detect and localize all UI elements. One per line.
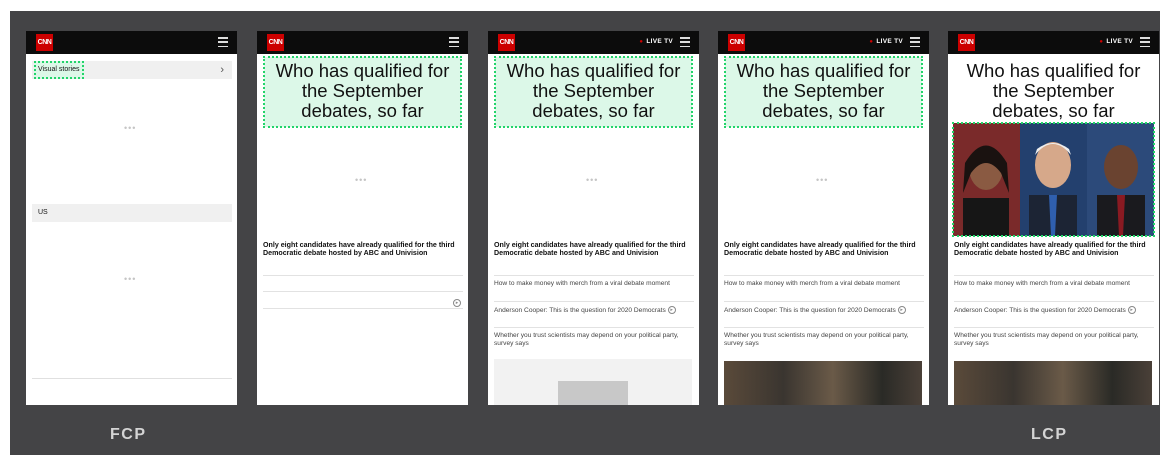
live-tv-label: LIVE TV xyxy=(876,38,903,45)
live-tv-label: LIVE TV xyxy=(646,38,673,45)
headline[interactable]: Who has qualified for the September deba… xyxy=(495,61,692,121)
related-link-1[interactable]: How to make money with merch from a vira… xyxy=(954,275,1154,288)
headline-highlight: Who has qualified for the September deba… xyxy=(724,56,923,128)
article-thumbnail[interactable] xyxy=(494,359,692,405)
loading-indicator: ••• xyxy=(586,175,599,185)
hamburger-menu-icon[interactable] xyxy=(1140,37,1150,47)
related-link-2[interactable]: Anderson Cooper: This is the question fo… xyxy=(724,301,924,315)
headline[interactable]: Who has qualified for the September deba… xyxy=(955,61,1152,121)
related-link-3[interactable]: Whether you trust scientists may depend … xyxy=(954,327,1154,349)
related-link-1[interactable]: How to make money with merch from a vira… xyxy=(724,275,924,288)
summary-text[interactable]: Only eight candidates have already quali… xyxy=(263,241,463,258)
top-nav-bar: CNN ● LIVE TV xyxy=(948,31,1159,54)
top-nav-bar: CNN ● LIVE TV xyxy=(488,31,699,54)
play-circle-icon: ▸ xyxy=(1127,306,1136,314)
divider xyxy=(32,378,232,379)
section-us-bar[interactable]: US xyxy=(32,204,232,222)
lcp-caption: LCP xyxy=(1031,426,1068,443)
thumbnail-placeholder xyxy=(558,381,628,405)
visual-stories-bar[interactable]: Visual stories › xyxy=(32,61,232,79)
divider xyxy=(263,308,463,309)
frame-2: CNN Who has qualified for the September … xyxy=(257,31,468,405)
summary-text[interactable]: Only eight candidates have already quali… xyxy=(954,241,1154,258)
headline-highlight: Who has qualified for the September deba… xyxy=(263,56,462,128)
top-nav-bar: CNN ● LIVE TV xyxy=(718,31,929,54)
cnn-logo[interactable]: CNN xyxy=(498,34,515,51)
top-nav-bar: CNN xyxy=(257,31,468,54)
top-nav-bar: CNN xyxy=(26,31,237,54)
headline[interactable]: Who has qualified for the September deba… xyxy=(725,61,922,121)
loading-indicator: ••• xyxy=(124,123,137,133)
chevron-right-icon: › xyxy=(220,64,224,76)
frame-4: CNN ● LIVE TV Who has qualified for the S… xyxy=(718,31,929,405)
live-tv-link[interactable]: ● LIVE TV xyxy=(1099,38,1133,45)
live-dot-icon: ● xyxy=(869,39,874,45)
live-dot-icon: ● xyxy=(639,39,644,45)
loading-indicator: ••• xyxy=(355,175,368,185)
hamburger-menu-icon[interactable] xyxy=(218,37,228,47)
related-link-3[interactable]: Whether you trust scientists may depend … xyxy=(724,327,924,349)
frame-fcp: CNN Visual stories › ••• US ••• xyxy=(26,31,237,405)
filmstrip-stage: CNN Visual stories › ••• US ••• CNN Who … xyxy=(10,11,1160,455)
hamburger-menu-icon[interactable] xyxy=(910,37,920,47)
summary-text[interactable]: Only eight candidates have already quali… xyxy=(724,241,924,258)
fcp-caption: FCP xyxy=(110,426,147,443)
related-link-2[interactable]: Anderson Cooper: This is the question fo… xyxy=(494,301,694,315)
candidates-photo xyxy=(953,123,1154,236)
cnn-logo[interactable]: CNN xyxy=(958,34,975,51)
headline-highlight: Who has qualified for the September deba… xyxy=(494,56,693,128)
play-circle-icon[interactable]: ▸ xyxy=(453,294,461,312)
live-tv-label: LIVE TV xyxy=(1106,38,1133,45)
video-thumbnail[interactable] xyxy=(724,361,922,405)
headline[interactable]: Who has qualified for the September deba… xyxy=(264,61,461,121)
related-link-1[interactable]: How to make money with merch from a vira… xyxy=(494,275,694,288)
summary-text[interactable]: Only eight candidates have already quali… xyxy=(494,241,694,258)
frame-3: CNN ● LIVE TV Who has qualified for the S… xyxy=(488,31,699,405)
cnn-logo[interactable]: CNN xyxy=(267,34,284,51)
hero-image[interactable] xyxy=(952,122,1155,237)
related-link-2[interactable]: Anderson Cooper: This is the question fo… xyxy=(954,301,1154,315)
related-link-2-text: Anderson Cooper: This is the question fo… xyxy=(724,306,896,314)
divider xyxy=(263,275,463,276)
related-link-2-text: Anderson Cooper: This is the question fo… xyxy=(494,306,666,314)
loading-indicator: ••• xyxy=(124,274,137,284)
related-link-3[interactable]: Whether you trust scientists may depend … xyxy=(494,327,694,349)
headline-block: Who has qualified for the September deba… xyxy=(955,57,1152,127)
live-dot-icon: ● xyxy=(1099,39,1104,45)
frame-lcp: CNN ● LIVE TV Who has qualified for the S… xyxy=(948,31,1159,405)
live-tv-link[interactable]: ● LIVE TV xyxy=(639,38,673,45)
video-thumbnail[interactable] xyxy=(954,361,1152,405)
hamburger-menu-icon[interactable] xyxy=(680,37,690,47)
play-circle-icon: ▸ xyxy=(667,306,676,314)
hamburger-menu-icon[interactable] xyxy=(449,37,459,47)
loading-indicator: ••• xyxy=(816,175,829,185)
live-tv-link[interactable]: ● LIVE TV xyxy=(869,38,903,45)
visual-stories-label: Visual stories xyxy=(34,61,84,79)
play-circle-icon: ▸ xyxy=(897,306,906,314)
cnn-logo[interactable]: CNN xyxy=(728,34,745,51)
cnn-logo[interactable]: CNN xyxy=(36,34,53,51)
divider xyxy=(263,291,463,292)
related-link-2-text: Anderson Cooper: This is the question fo… xyxy=(954,306,1126,314)
